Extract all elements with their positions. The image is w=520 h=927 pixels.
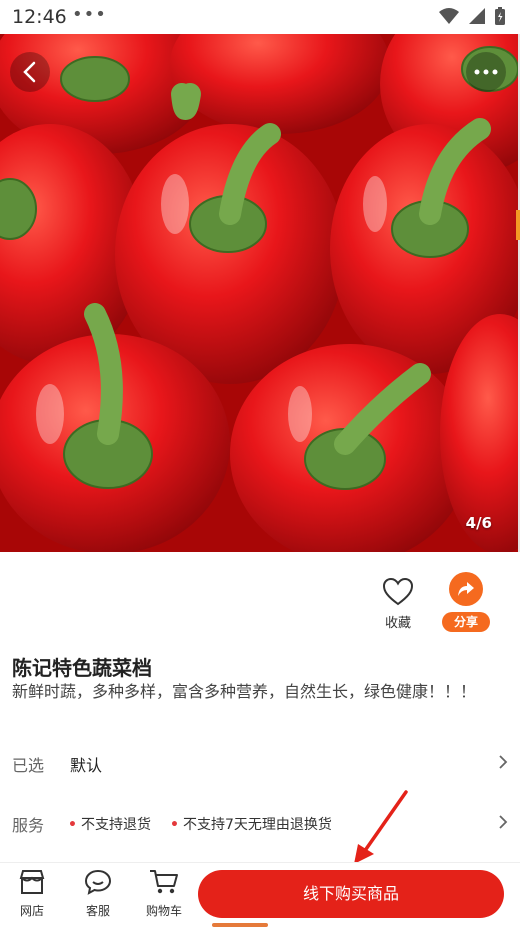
- chevron-right-icon: [499, 755, 508, 769]
- more-button[interactable]: [466, 52, 506, 92]
- cart-icon: [150, 870, 178, 894]
- battery-icon: [495, 7, 505, 25]
- side-tab-marker: [516, 210, 520, 240]
- service-label: 服务: [12, 816, 45, 835]
- selection-row[interactable]: 已选 默认: [0, 744, 520, 784]
- signal-icon: [469, 8, 485, 24]
- image-page-indicator: 4/6: [465, 514, 492, 532]
- tab-shop[interactable]: 网店: [10, 869, 54, 919]
- favorite-button[interactable]: 收藏: [378, 577, 418, 631]
- shop-icon: [19, 870, 45, 894]
- buy-offline-button[interactable]: 线下购买商品: [198, 870, 504, 918]
- selection-label: 已选: [12, 756, 45, 775]
- back-button[interactable]: [10, 52, 50, 92]
- tab-customer-service-label: 客服: [85, 904, 110, 918]
- tab-customer-service[interactable]: 客服: [76, 869, 120, 919]
- share-label: 分享: [442, 612, 490, 632]
- wifi-icon: [439, 8, 459, 24]
- share-button[interactable]: 分享: [442, 572, 490, 632]
- bottom-indicator: [212, 923, 268, 927]
- service-row[interactable]: 服务 • 不支持退货 • 不支持7天无理由退换货: [0, 804, 520, 844]
- product-title: 陈记特色蔬菜档: [12, 656, 152, 680]
- service-item: • 不支持退货: [68, 817, 151, 833]
- status-bar: 12:46 •••: [0, 0, 520, 34]
- share-icon-circle: [449, 572, 483, 606]
- tab-shop-label: 网店: [19, 904, 44, 918]
- favorite-label: 收藏: [384, 616, 411, 631]
- tab-cart[interactable]: 购物车: [142, 869, 186, 919]
- more-icon: [474, 69, 498, 75]
- chevron-left-icon: [23, 61, 36, 83]
- status-dots: •••: [72, 4, 107, 25]
- product-actions: 收藏 分享: [0, 572, 520, 636]
- tab-cart-label: 购物车: [145, 904, 182, 918]
- share-arrow-icon: [458, 582, 474, 596]
- product-image-carousel[interactable]: 4/6: [0, 34, 518, 552]
- selection-value: 默认: [70, 756, 103, 775]
- product-description: 新鲜时蔬，多种多样，富含多种营养，自然生长，绿色健康！！！: [12, 682, 477, 701]
- chat-icon: [84, 869, 112, 895]
- product-photo: [0, 34, 518, 552]
- status-icons: [438, 6, 506, 26]
- status-time: 12:46: [12, 6, 67, 28]
- heart-icon: [382, 577, 414, 606]
- bottom-bar: 网店 客服 购物车 线下购买商品: [0, 862, 520, 927]
- service-item: • 不支持7天无理由退换货: [170, 817, 332, 833]
- annotation-arrow: [354, 790, 408, 864]
- chevron-right-icon: [499, 815, 508, 829]
